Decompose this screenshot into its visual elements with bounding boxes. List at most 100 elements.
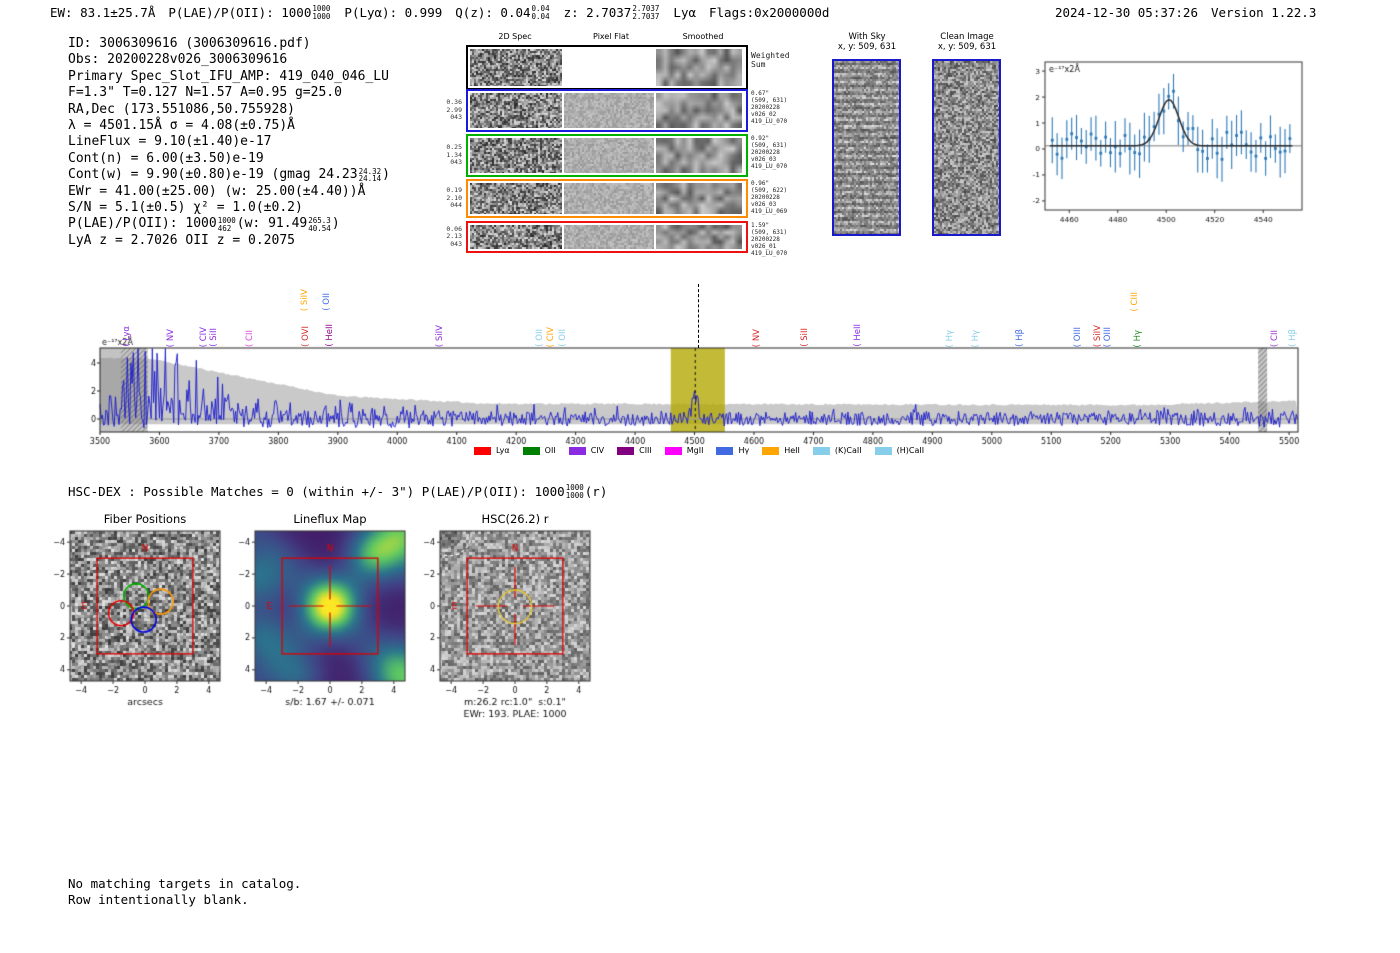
cutout-2d-right-label: 1.59" (509, 631) 20200228 v026_01 419_LU_070 bbox=[751, 222, 787, 257]
line-label-cii: ( CII bbox=[245, 330, 256, 347]
line-label-siiv: ( SiIV bbox=[1093, 324, 1104, 347]
with-sky-image bbox=[834, 61, 899, 234]
header-qz: Q(z): 0.04 0.04 0.04 bbox=[455, 4, 550, 21]
line-label-hγ: ( Hγ bbox=[944, 329, 955, 347]
line-label-oiii: ( OIII bbox=[1073, 326, 1084, 347]
left-label-line: 043 bbox=[450, 239, 462, 248]
legend-item: Lyα bbox=[473, 446, 510, 455]
cutout-2d-cell bbox=[656, 93, 742, 128]
spectrum-legend: Lyα OII CIV CIII MgII Hγ HeII (K)CaII (H)CaII bbox=[88, 446, 1310, 455]
cutout-2d-cell bbox=[564, 138, 654, 173]
col-header-smoothed: Smoothed bbox=[682, 32, 724, 41]
legend-swatch bbox=[568, 446, 586, 455]
header-meta: 2024-12-30 05:37:26 Version 1.22.3 bbox=[1055, 5, 1316, 20]
legend-item: (K)CaII bbox=[812, 446, 862, 455]
legend-swatch bbox=[762, 446, 780, 455]
legend-label: Hγ bbox=[738, 446, 750, 455]
legend-label: CIII bbox=[639, 446, 652, 455]
cutout-2d-right-label: 0.67" (509, 631) 20200228 v026_02 419_LU_070 bbox=[751, 90, 787, 125]
catalog-match-line: HSC-DEX : Possible Matches = 0 (within +… bbox=[68, 483, 608, 501]
right-label-line: 1.59" bbox=[751, 222, 770, 229]
line-label-hγ: ( Hγ bbox=[1133, 329, 1144, 347]
info-text: ) bbox=[331, 216, 340, 232]
info-line: LyA z = 2.7026 OII z = 0.2075 bbox=[68, 233, 390, 249]
right-label-line: (509, 631) bbox=[751, 229, 788, 236]
info-line: λ = 4501.15Å σ = 4.08(±0.75)Å bbox=[68, 118, 390, 134]
col-header-pixelflat: Pixel Flat bbox=[593, 32, 629, 41]
legend-item: CIII bbox=[617, 446, 652, 455]
legend-label: CIV bbox=[590, 446, 605, 455]
lineflux-map-panel bbox=[233, 525, 418, 725]
header-z-frac: 2.7037 2.7037 bbox=[632, 4, 660, 21]
right-label-line: v026_03 bbox=[751, 201, 777, 208]
info-line: S/N = 5.1(±0.5) χ² = 1.0(±0.2) bbox=[68, 200, 390, 216]
frac-bottom: 40.54 bbox=[308, 223, 331, 233]
cutout-2d-left-label: 0.06 2.13 043 bbox=[434, 225, 462, 249]
clean-image-image bbox=[934, 61, 999, 234]
right-label-line: 20200228 bbox=[751, 149, 780, 156]
line-label-heii: ( HeII bbox=[325, 324, 336, 347]
info-line: Cont(n) = 6.00(±3.50)e-19 bbox=[68, 151, 390, 167]
line-label-oii: ( OII bbox=[558, 329, 569, 347]
header-qz-frac: 0.04 0.04 bbox=[531, 4, 550, 21]
cutout-2d-left-label: 0.36 2.99 043 bbox=[434, 98, 462, 122]
info-text: F=1.3" T=0.127 N=1.57 A=0.95 g=25.0 bbox=[68, 85, 342, 101]
with-sky-panel bbox=[832, 59, 901, 236]
cutout-2d-row bbox=[466, 89, 748, 132]
line-label-oii: ( OII bbox=[322, 293, 333, 311]
col-header-2dspec: 2D Spec bbox=[498, 32, 532, 41]
header-summary: EW: 83.1±25.7Å P(LAE)/P(OII): 1000 1000 … bbox=[50, 5, 829, 21]
right-label-line: Sum bbox=[751, 60, 766, 69]
right-label-line: (509, 631) bbox=[751, 97, 788, 104]
right-label-line: 419_LU_069 bbox=[751, 208, 788, 215]
right-label-line: 20200228 bbox=[751, 236, 780, 243]
clean-image-panel bbox=[932, 59, 1001, 236]
clean-image-title: Clean Image x, y: 509, 631 bbox=[937, 32, 997, 52]
legend-swatch bbox=[874, 446, 892, 455]
cutout-2d-row bbox=[466, 134, 748, 177]
info-line: Primary Spec_Slot_IFU_AMP: 419_040_046_L… bbox=[68, 69, 390, 85]
fiber-positions-panel bbox=[48, 525, 233, 725]
info-text: P(LAE)/P(OII): 1000 bbox=[68, 216, 217, 232]
full-spectrum-plot bbox=[88, 336, 1310, 454]
info-text: ) bbox=[382, 167, 390, 183]
info-frac: 1000 462 bbox=[218, 217, 236, 233]
line-label-heii: ( HeII bbox=[852, 324, 863, 347]
legend-swatch bbox=[473, 446, 491, 455]
cutout-2d-right-label: 0.92" (509, 631) 20200228 v026_03 419_LU_070 bbox=[751, 135, 787, 170]
hsc-cutout-panel bbox=[418, 525, 603, 725]
header-version: Version 1.22.3 bbox=[1211, 5, 1317, 20]
cutout-2d-cell bbox=[470, 93, 562, 128]
line-label-nv: ( NV bbox=[165, 328, 176, 347]
line-label-siii: ( SiII bbox=[209, 328, 220, 347]
line-label-siiv: ( SiIV bbox=[435, 324, 446, 347]
right-label-line: 419_LU_070 bbox=[751, 250, 788, 257]
info-line: RA,Dec (173.551086,50.755928) bbox=[68, 102, 390, 118]
cutout-2d-cell bbox=[564, 225, 654, 249]
header-datetime: 2024-12-30 05:37:26 bbox=[1055, 5, 1198, 20]
weighted-sum-label: Weighted Sum bbox=[751, 51, 790, 69]
right-label-line: 419_LU_070 bbox=[751, 118, 788, 125]
cutout-2d-left-label: 0.19 2.10 044 bbox=[434, 186, 462, 210]
cutout-2d-cell bbox=[564, 183, 654, 214]
legend-item: (H)CaII bbox=[874, 446, 924, 455]
line-label-civ: ( CIV bbox=[199, 326, 210, 347]
legend-label: (K)CaII bbox=[834, 446, 862, 455]
line-label-cii: ( CII bbox=[1269, 330, 1280, 347]
line-label-ovi: ( OVI bbox=[300, 326, 311, 347]
info-line: Cont(w) = 9.90(±0.80)e-19 (gmag 24.23 24… bbox=[68, 167, 390, 183]
info-text: Cont(w) = 9.90(±0.80)e-19 (gmag 24.23 bbox=[68, 167, 358, 183]
line-label-lyα: ( Lyα bbox=[122, 326, 133, 347]
info-frac: 24.32 24.14 bbox=[359, 167, 382, 184]
legend-label: MgII bbox=[686, 446, 704, 455]
cutout-2d-cell bbox=[470, 138, 562, 173]
cutout-2d-left-label: 0.25 1.34 043 bbox=[434, 143, 462, 167]
right-label-line: Weighted bbox=[751, 51, 790, 60]
legend-item: CIV bbox=[568, 446, 605, 455]
legend-swatch bbox=[812, 446, 830, 455]
info-line: Obs: 20200228v026_3006309616 bbox=[68, 52, 390, 68]
info-text: (w: 91.49 bbox=[236, 216, 308, 232]
info-text: Cont(n) = 6.00(±3.50)e-19 bbox=[68, 150, 264, 166]
info-line: LineFlux = 9.10(±1.40)e-17 bbox=[68, 134, 390, 150]
line-label-oiii: ( OIII bbox=[1103, 326, 1114, 347]
